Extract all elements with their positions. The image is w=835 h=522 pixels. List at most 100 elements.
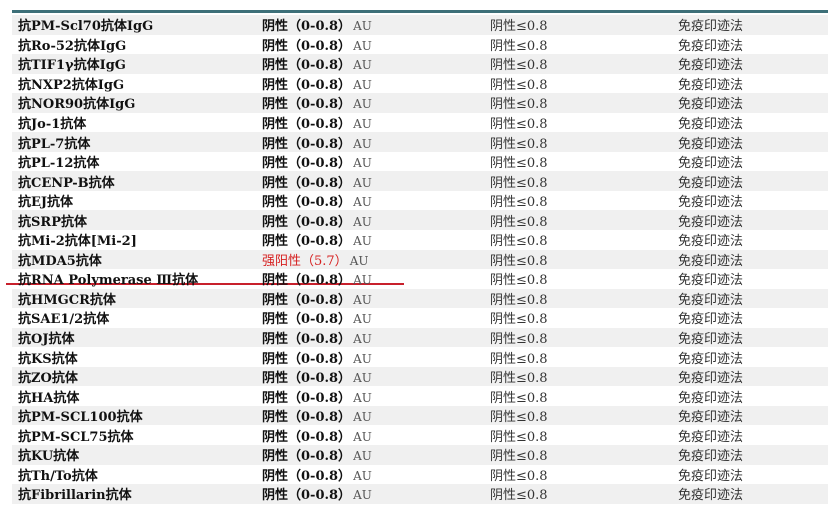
reference-range: 阴性≤0.8 [490, 449, 548, 465]
test-method: 免疫印迹法 [678, 156, 744, 172]
result-value: 阴性（0-0.8） [262, 19, 352, 35]
test-result: 阴性（0-0.8） AU [262, 54, 372, 73]
result-unit: AU [353, 488, 372, 503]
reference-range: 阴性≤0.8 [490, 214, 548, 230]
reference-range: 阴性≤0.8 [490, 175, 548, 191]
reference-range: 阴性≤0.8 [490, 429, 548, 445]
test-method: 免疫印迹法 [678, 410, 744, 426]
reference-range: 阴性≤0.8 [490, 253, 548, 269]
result-value: 阴性（0-0.8） [262, 312, 352, 328]
test-item: 抗OJ抗体 [18, 332, 75, 348]
test-result: 阴性（0-0.8） AU [262, 113, 372, 132]
test-method: 免疫印迹法 [678, 19, 744, 35]
test-item: 抗SRP抗体 [18, 214, 87, 230]
table-row: 抗PM-Scl70抗体IgG 阴性（0-0.8） AU 阴性≤0.8 免疫印迹法 [12, 15, 828, 35]
result-value: 阴性（0-0.8） [262, 97, 352, 113]
test-method: 免疫印迹法 [678, 312, 744, 328]
result-value: 阴性（0-0.8） [262, 214, 352, 230]
result-unit: AU [349, 253, 369, 268]
result-unit: AU [353, 410, 372, 425]
reference-range: 阴性≤0.8 [490, 292, 548, 308]
test-result: 阴性（0-0.8） AU [262, 328, 372, 347]
result-value: 阴性（0-0.8） [262, 195, 352, 211]
result-value: 阴性（0-0.8） [262, 292, 352, 308]
table-row: 抗Mi-2抗体[Mi-2] 阴性（0-0.8） AU 阴性≤0.8 免疫印迹法 [12, 230, 828, 250]
result-unit: AU [353, 38, 372, 53]
test-item: 抗PM-SCL75抗体 [18, 429, 134, 445]
result-value: 阴性（0-0.8） [262, 390, 352, 406]
result-value: 阴性（0-0.8） [262, 351, 352, 367]
result-unit: AU [353, 214, 372, 229]
test-result: 阴性（0-0.8） AU [262, 93, 372, 112]
result-unit: AU [353, 117, 372, 131]
test-result: 阴性（0-0.8） AU [262, 133, 372, 152]
test-method: 免疫印迹法 [678, 390, 744, 406]
table-row: 抗PM-SCL100抗体 阴性（0-0.8） AU 阴性≤0.8 免疫印迹法 [12, 405, 828, 426]
report-page: 抗PM-Scl70抗体IgG 阴性（0-0.8） AU 阴性≤0.8 免疫印迹法抗Ro-… [0, 0, 835, 522]
result-unit: AU [353, 429, 372, 444]
table-row: 抗HA抗体 阴性（0-0.8） AU 阴性≤0.8 免疫印迹法 [12, 386, 828, 406]
reference-range: 阴性≤0.8 [490, 97, 548, 113]
header-rule [12, 10, 828, 13]
test-method: 免疫印迹法 [678, 429, 744, 445]
result-value: 阴性（0-0.8） [262, 136, 352, 152]
test-item: 抗KS抗体 [18, 351, 78, 367]
reference-range: 阴性≤0.8 [490, 195, 548, 211]
table-row: 抗Fibrillarin抗体 阴性（0-0.8） AU 阴性≤0.8 免疫印迹法 [12, 484, 828, 504]
table-row: 抗SAE1/2抗体 阴性（0-0.8） AU 阴性≤0.8 免疫印迹法 [12, 308, 828, 328]
test-item: 抗ZO抗体 [18, 371, 78, 387]
test-method: 免疫印迹法 [678, 332, 744, 348]
result-unit: AU [353, 234, 372, 249]
test-method: 免疫印迹法 [678, 253, 744, 269]
table-row: 抗NXP2抗体IgG 阴性（0-0.8） AU 阴性≤0.8 免疫印迹法 [12, 74, 828, 94]
test-item: 抗Fibrillarin抗体 [18, 488, 132, 504]
result-unit: AU [353, 195, 372, 210]
test-item: 抗NOR90抗体IgG [18, 97, 136, 113]
test-method: 免疫印迹法 [678, 351, 744, 367]
test-item: 抗PM-SCL100抗体 [18, 410, 143, 426]
test-method: 免疫印迹法 [678, 77, 744, 93]
result-value: 阴性（0-0.8） [262, 117, 352, 132]
test-result: 阴性（0-0.8） AU [262, 367, 372, 386]
test-item: 抗HA抗体 [18, 390, 80, 406]
test-method: 免疫印迹法 [678, 273, 744, 289]
result-value: 强阳性（5.7） [262, 253, 348, 269]
table-row: 抗PM-SCL75抗体 阴性（0-0.8） AU 阴性≤0.8 免疫印迹法 [12, 425, 828, 445]
reference-range: 阴性≤0.8 [490, 77, 548, 93]
test-result: 阴性（0-0.8） AU [262, 465, 372, 484]
result-unit: AU [353, 19, 372, 34]
test-method: 免疫印迹法 [678, 214, 744, 230]
result-unit: AU [353, 136, 372, 151]
table-row: 抗HMGCR抗体 阴性（0-0.8） AU 阴性≤0.8 免疫印迹法 [12, 288, 828, 309]
table-row: 抗EJ抗体 阴性（0-0.8） AU 阴性≤0.8 免疫印迹法 [12, 191, 828, 211]
result-value: 阴性（0-0.8） [262, 38, 352, 54]
test-item: 抗KU抗体 [18, 449, 80, 465]
test-result: 阴性（0-0.8） AU [262, 406, 372, 425]
test-method: 免疫印迹法 [678, 488, 744, 504]
test-result: 阴性（0-0.8） AU [262, 152, 372, 171]
test-item: 抗NXP2抗体IgG [18, 77, 125, 93]
result-unit: AU [353, 351, 372, 366]
result-unit: AU [353, 273, 372, 288]
test-item: 抗Ro-52抗体IgG [18, 38, 127, 54]
result-value: 阴性（0-0.8） [262, 58, 352, 74]
reference-range: 阴性≤0.8 [490, 410, 548, 426]
test-result: 阴性（0-0.8） AU [262, 191, 372, 210]
result-value: 阴性（0-0.8） [262, 273, 352, 289]
test-item: 抗RNA Polymerase Ⅲ抗体 [18, 273, 199, 289]
test-item: 抗PL-12抗体 [18, 156, 100, 172]
test-result: 阴性（0-0.8） AU [262, 348, 372, 367]
reference-range: 阴性≤0.8 [490, 351, 548, 367]
result-value: 阴性（0-0.8） [262, 488, 352, 504]
test-item: 抗CENP-B抗体 [18, 175, 115, 191]
reference-range: 阴性≤0.8 [490, 38, 548, 54]
table-row: 抗RNA Polymerase Ⅲ抗体 阴性（0-0.8） AU 阴性≤0.8 免疫印迹… [12, 269, 828, 289]
result-unit: AU [353, 312, 372, 327]
reference-range: 阴性≤0.8 [490, 156, 548, 172]
test-result: 阴性（0-0.8） AU [262, 211, 372, 230]
test-result: 阴性（0-0.8） AU [262, 74, 372, 93]
table-row: 抗SRP抗体 阴性（0-0.8） AU 阴性≤0.8 免疫印迹法 [12, 210, 828, 231]
test-result: 阴性（0-0.8） AU [262, 426, 372, 445]
result-value: 阴性（0-0.8） [262, 156, 352, 172]
test-item: 抗PL-7抗体 [18, 136, 91, 152]
